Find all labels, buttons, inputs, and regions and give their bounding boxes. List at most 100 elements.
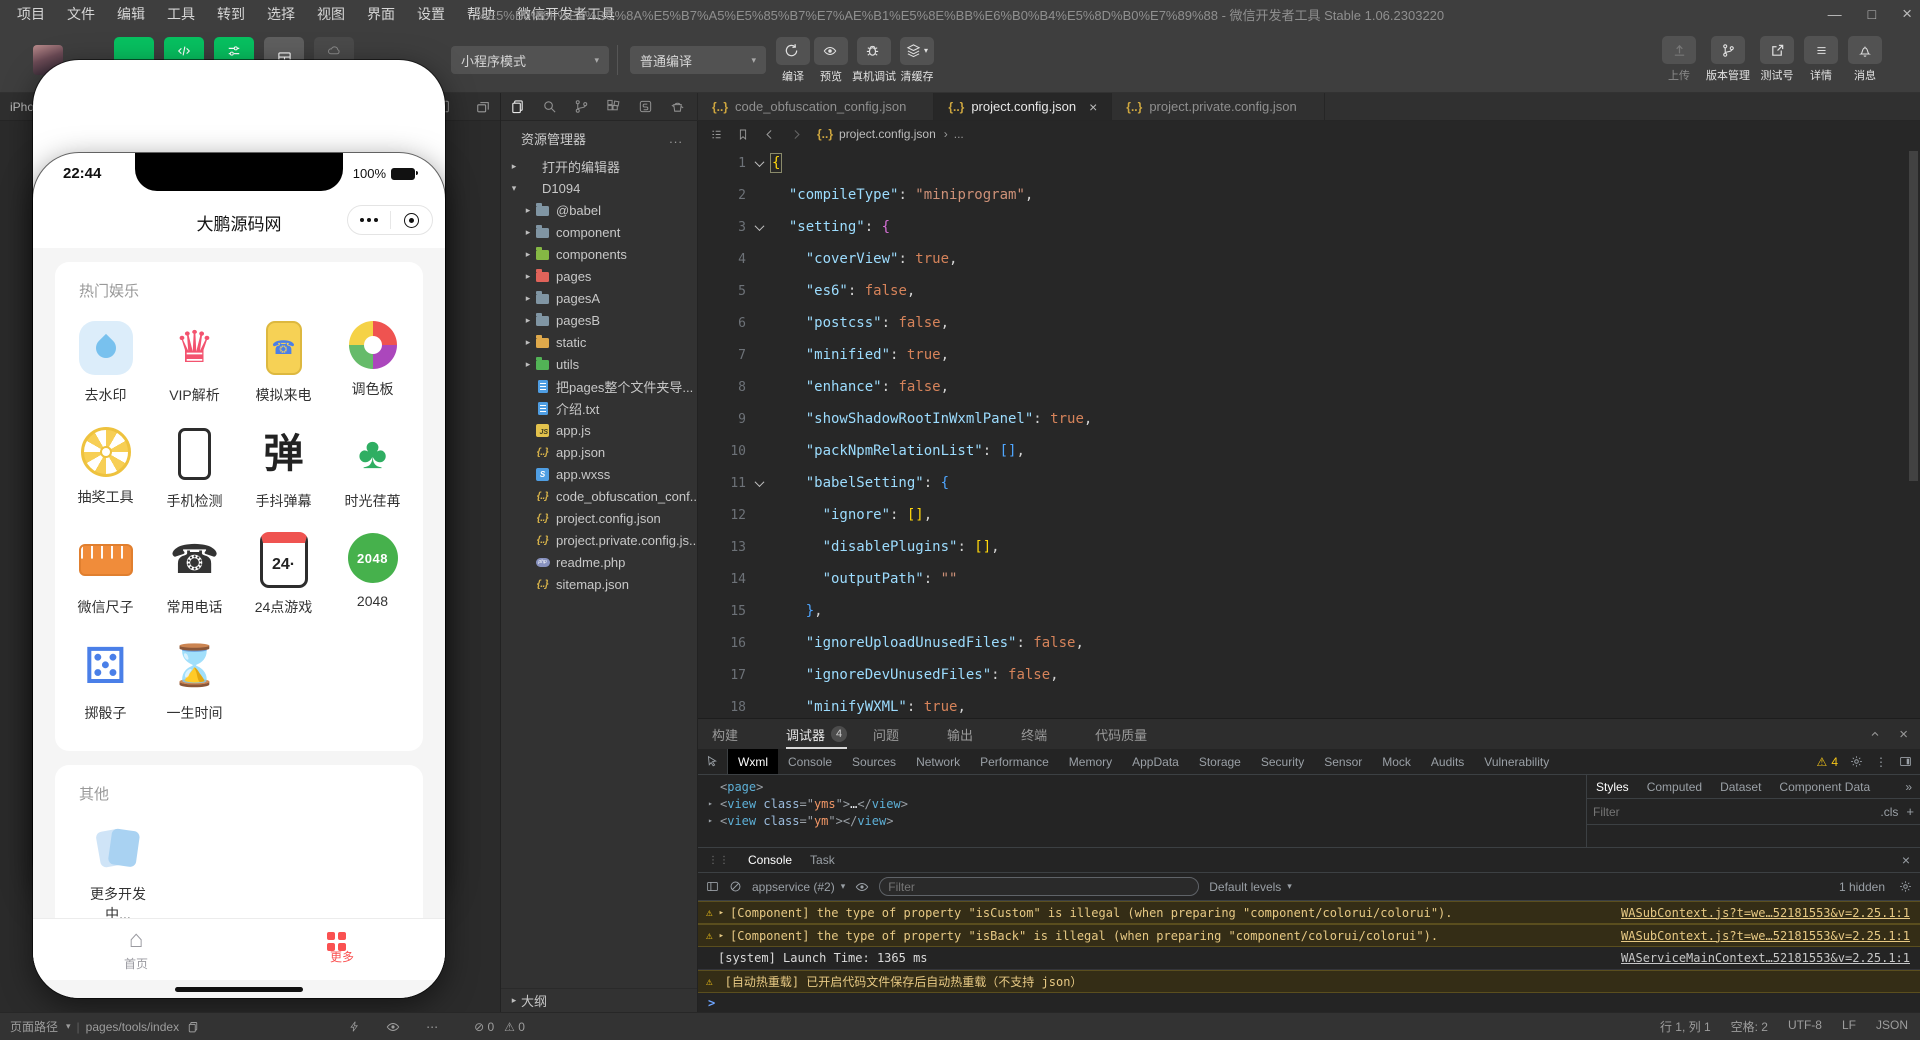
app-entry[interactable]: 24点游戏 [239,532,328,617]
close-tab-icon[interactable]: × [1089,99,1097,115]
app-entry[interactable]: 模拟来电 [239,321,328,405]
mode-button[interactable]: 模拟器 [33,36,445,905]
fold-chevron-icon[interactable] [754,476,764,487]
expand-arrow-icon[interactable]: ▸ [521,359,535,370]
console-filter-input[interactable] [888,879,1191,894]
panel-tab[interactable]: 终端 [1021,719,1069,749]
kebab-menu-icon[interactable]: ⋮ [1875,755,1887,769]
styles-filter-input[interactable] [1593,804,1873,819]
eye-icon[interactable] [386,1020,400,1034]
multi-window-icon[interactable] [476,100,490,114]
wxml-tree[interactable]: <page> ▸ <view class="yms">…</view> ▸ <v… [698,775,1587,847]
devtools-tab[interactable]: Audits [1421,749,1474,774]
debug-bolt-icon[interactable] [349,1020,360,1033]
panel-tab[interactable]: 调试器 4 [786,719,848,749]
console-tab[interactable]: Console [748,848,792,872]
fold-chevron-icon[interactable] [754,220,764,231]
error-count[interactable]: ⊘ 0 [474,1020,494,1034]
devtools-tab[interactable]: Wxml [728,749,778,774]
clear-console-icon[interactable] [729,880,742,893]
close-console-icon[interactable]: × [1902,852,1910,868]
menu-item[interactable]: 设置 [406,0,456,28]
tree-item[interactable]: project.private.config.js... [501,529,697,551]
app-entry-more[interactable]: 更多开发中... [73,820,163,925]
menu-item[interactable]: 界面 [356,0,406,28]
outline-section[interactable]: ▸ 大纲 [501,988,697,1012]
minimize-icon[interactable]: — [1828,6,1842,22]
app-entry[interactable]: 手抖弹幕 [239,427,328,511]
tree-item[interactable]: readme.php [501,551,697,573]
styles-tab[interactable]: Component Data [1770,780,1879,794]
more-actions-icon[interactable]: ... [669,131,683,146]
source-link[interactable]: WAServiceMainContext…52181553&v=2.25.1:1 [1621,951,1910,965]
capsule-menu[interactable] [347,205,433,235]
fold-chevron-icon[interactable] [754,156,764,167]
wxml-node[interactable]: <page> [708,778,1586,795]
app-entry[interactable]: 2048 [328,533,417,617]
editor-tab[interactable]: {..} code_obfuscation_config.json [698,93,935,120]
menu-item[interactable]: 文件 [56,0,106,28]
breadcrumb-file[interactable]: project.config.json [839,127,936,141]
tab-more[interactable]: 更多 [239,919,445,980]
collapse-panel-icon[interactable] [1869,728,1881,740]
expand-arrow-icon[interactable]: ▸ [521,227,535,238]
tree-item[interactable]: sitemap.json [501,573,697,595]
tree-item[interactable]: ▸ components [501,243,697,265]
close-icon[interactable]: × [1902,4,1912,24]
menu-item[interactable]: 项目 [6,0,56,28]
tab-home[interactable]: ⌂ 首页 [33,919,239,980]
tree-item[interactable]: ▸ pages [501,265,697,287]
wxml-node[interactable]: ▸ <view class="yms">…</view> [708,795,1586,812]
editor-scrollbar[interactable] [1909,151,1918,481]
console-settings-icon[interactable] [1899,880,1912,893]
app-entry[interactable]: 手机检测 [150,427,239,511]
devtools-tab[interactable]: Network [906,749,970,774]
context-select[interactable]: appservice (#2) ▾ [752,880,845,894]
maximize-icon[interactable]: □ [1868,6,1876,22]
language-mode[interactable]: JSON [1876,1018,1908,1035]
git-branch-icon[interactable] [565,99,597,114]
forward-arrow-icon[interactable] [790,128,803,141]
expand-arrow-icon[interactable]: ▸ [521,337,535,348]
code-area[interactable]: 1 { 2 "compileType": "miniprogram", 3 "s… [698,147,1920,718]
source-link[interactable]: WASubContext.js?t=we…52181553&v=2.25.1:1 [1621,906,1910,920]
action-button[interactable]: ▾ 清缓存 [900,36,934,84]
devtools-tab[interactable]: Sensor [1314,749,1372,774]
menu-item[interactable]: 视图 [306,0,356,28]
styles-tab[interactable]: Computed [1638,780,1711,794]
tree-item[interactable]: 介绍.txt [501,397,697,419]
back-arrow-icon[interactable] [763,128,776,141]
panel-tab[interactable]: 输出 [947,719,995,749]
devtools-tab[interactable]: AppData [1122,749,1189,774]
tree-item[interactable]: ▸ utils [501,353,697,375]
more-icon[interactable]: ⋯ [426,1020,440,1034]
warning-count-badge[interactable]: ⚠ 4 [1817,755,1838,769]
toolbar-right-button[interactable]: 上传 [1662,36,1696,83]
toolbar-right-button[interactable]: 测试号 [1760,36,1794,83]
menu-item[interactable]: 工具 [156,0,206,28]
console-message[interactable]: ⚠ [自动热重载] 已开启代码文件保存后自动热重载（不支持 json） [698,970,1920,993]
add-style-button[interactable]: + [1906,804,1914,819]
exit-circle-icon[interactable] [391,212,433,228]
app-entry[interactable]: 调色板 [328,321,417,405]
action-button[interactable]: 预览 [814,36,848,84]
teapot-icon[interactable] [661,99,693,114]
app-entry[interactable]: 微信尺子 [61,533,150,617]
tree-item[interactable]: ▸ pagesA [501,287,697,309]
toolbar-right-button[interactable]: 详情 [1804,36,1838,83]
devtools-tab[interactable]: Performance [970,749,1059,774]
devtools-tab[interactable]: Console [778,749,842,774]
source-link[interactable]: WASubContext.js?t=we…52181553&v=2.25.1:1 [1621,929,1910,943]
expand-arrow-icon[interactable]: ▾ [507,183,521,194]
tree-item[interactable]: ▾ D1094 [501,177,697,199]
log-levels-select[interactable]: Default levels ▾ [1209,880,1292,894]
app-entry[interactable]: 去水印 [61,321,150,405]
console-message[interactable]: [system] Launch Time: 1365 ms WAServiceM… [698,947,1920,970]
drag-handle-icon[interactable]: ⋮⋮ [708,855,730,866]
devtools-tab[interactable]: Sources [842,749,906,774]
app-entry[interactable]: 时光荏苒 [328,427,417,511]
cursor-position[interactable]: 行 1, 列 1 [1660,1018,1711,1035]
expand-arrow-icon[interactable]: ▸ [521,315,535,326]
breadcrumb-more[interactable]: ... [954,127,964,141]
tree-item[interactable]: ▸ pagesB [501,309,697,331]
